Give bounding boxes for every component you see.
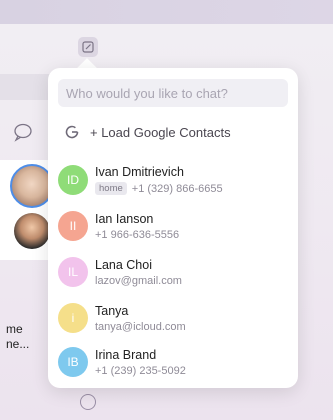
- avatar[interactable]: [14, 213, 50, 249]
- compose-button[interactable]: [78, 37, 98, 57]
- messenger-icon[interactable]: [80, 394, 96, 410]
- avatar: ID: [58, 165, 88, 195]
- load-google-contacts-button[interactable]: + Load Google Contacts: [64, 124, 231, 140]
- contact-detail: +1 (329) 866-6655: [131, 182, 223, 195]
- chat-preview-text: me: [6, 322, 23, 336]
- top-bar: [0, 0, 333, 24]
- search-input[interactable]: [58, 79, 288, 107]
- avatar: II: [58, 211, 88, 241]
- contact-name: Tanya: [95, 303, 129, 318]
- contact-name: Lana Choi: [95, 257, 152, 272]
- contact-detail: lazov@gmail.com: [95, 274, 182, 287]
- contact-item[interactable]: IB Irina Brand +1 (239) 235-5092: [58, 340, 288, 384]
- contact-tag: home: [95, 182, 127, 195]
- load-google-contacts-label: + Load Google Contacts: [90, 124, 231, 140]
- google-icon: [65, 125, 79, 139]
- contact-name: Ivan Dmitrievich: [95, 165, 184, 179]
- contact-detail: +1 (239) 235-5092: [95, 364, 186, 377]
- edit-icon: [82, 41, 94, 53]
- contact-item[interactable]: IL Lana Choi lazov@gmail.com: [58, 250, 288, 294]
- contact-item[interactable]: ID Ivan Dmitrievich home +1 (329) 866-66…: [58, 158, 288, 202]
- contact-item[interactable]: II Ian Ianson +1 966-636-5556: [58, 204, 288, 248]
- avatar: IB: [58, 347, 88, 377]
- chat-preview-text: ne...: [6, 337, 30, 351]
- contact-detail: +1 966-636-5556: [95, 228, 180, 241]
- avatar: IL: [58, 257, 88, 287]
- new-chat-popup: + Load Google Contacts ID Ivan Dmitrievi…: [48, 68, 298, 388]
- chat-bubble-icon[interactable]: [12, 122, 34, 142]
- avatar: i: [58, 303, 88, 333]
- contact-name: Irina Brand: [95, 347, 157, 362]
- contact-detail: tanya@icloud.com: [95, 320, 186, 333]
- contact-item[interactable]: i Tanya tanya@icloud.com: [58, 296, 288, 340]
- contact-name: Ian Ianson: [95, 211, 154, 226]
